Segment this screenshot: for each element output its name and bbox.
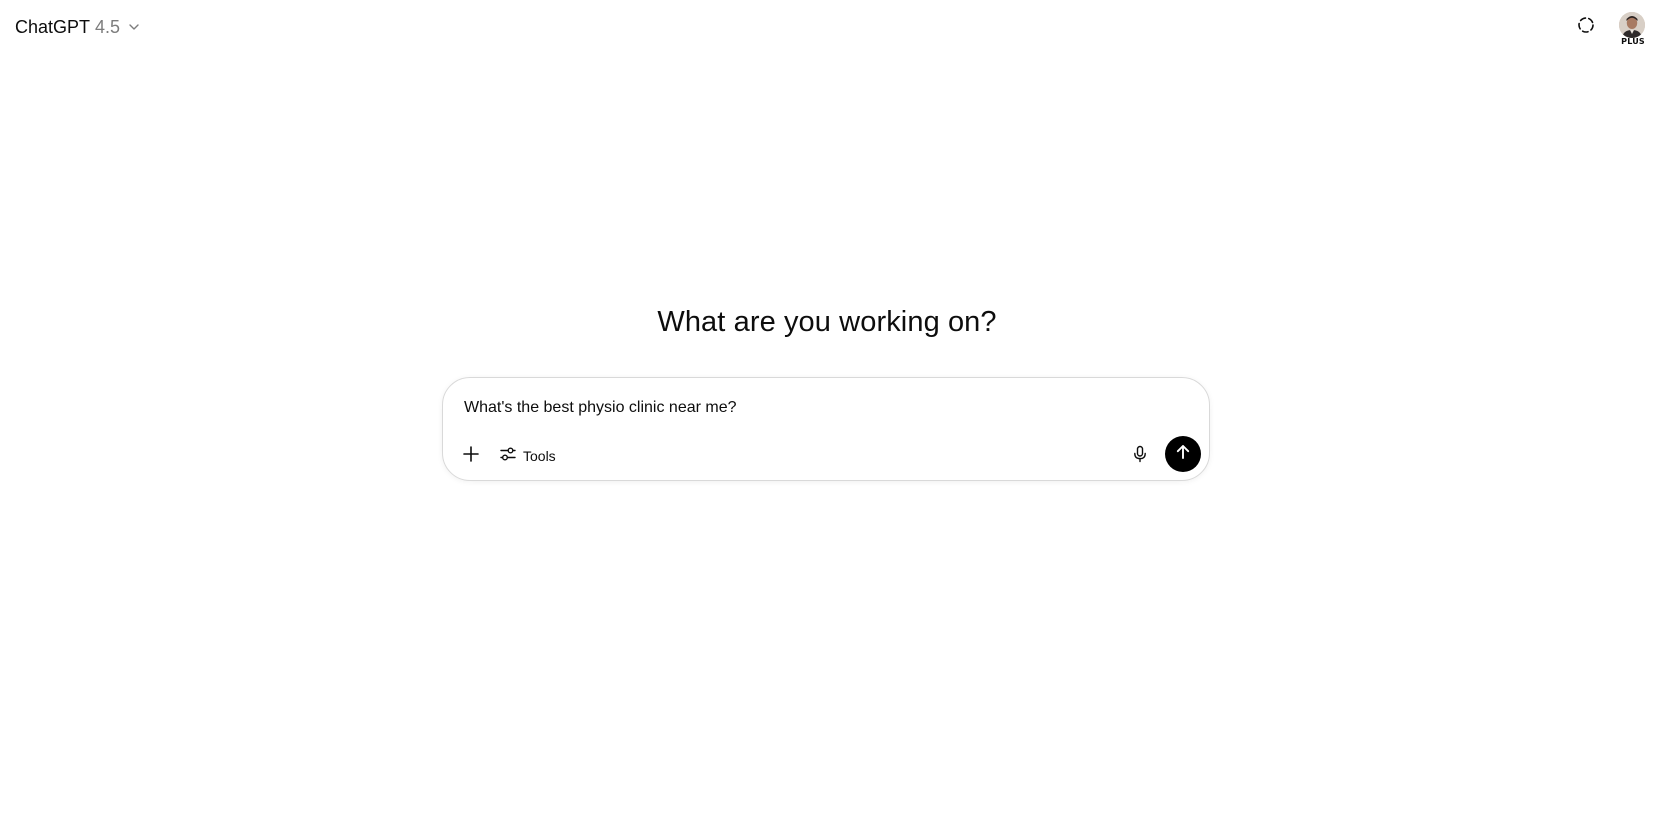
tools-button[interactable]: Tools — [493, 440, 562, 472]
dashed-circle-icon — [1576, 15, 1596, 40]
plus-icon — [462, 445, 480, 468]
plan-badge: PLUS — [1621, 37, 1645, 46]
tools-label: Tools — [523, 448, 556, 464]
avatar — [1619, 12, 1645, 38]
page-title: What are you working on? — [657, 306, 997, 338]
model-switcher[interactable]: ChatGPT 4.5 — [8, 12, 148, 42]
profile-button[interactable]: PLUS — [1617, 12, 1649, 50]
send-button[interactable] — [1165, 436, 1201, 472]
microphone-icon — [1131, 445, 1149, 468]
sliders-icon — [499, 445, 517, 468]
arrow-up-icon — [1174, 443, 1192, 466]
model-version: 4.5 — [95, 16, 121, 37]
temporary-chat-button[interactable] — [1571, 12, 1601, 42]
prompt-input[interactable]: What's the best physio clinic near me? — [464, 399, 737, 417]
model-name: ChatGPT — [15, 16, 91, 37]
chatgpt-app: ChatGPT 4.5 PLUS What are you working on… — [0, 0, 1654, 824]
dictate-button[interactable] — [1124, 440, 1156, 472]
add-attachment-button[interactable] — [455, 440, 487, 472]
chevron-down-icon — [127, 20, 141, 34]
prompt-composer: What's the best physio clinic near me? T… — [442, 377, 1210, 481]
top-bar: ChatGPT 4.5 PLUS — [0, 0, 1654, 54]
